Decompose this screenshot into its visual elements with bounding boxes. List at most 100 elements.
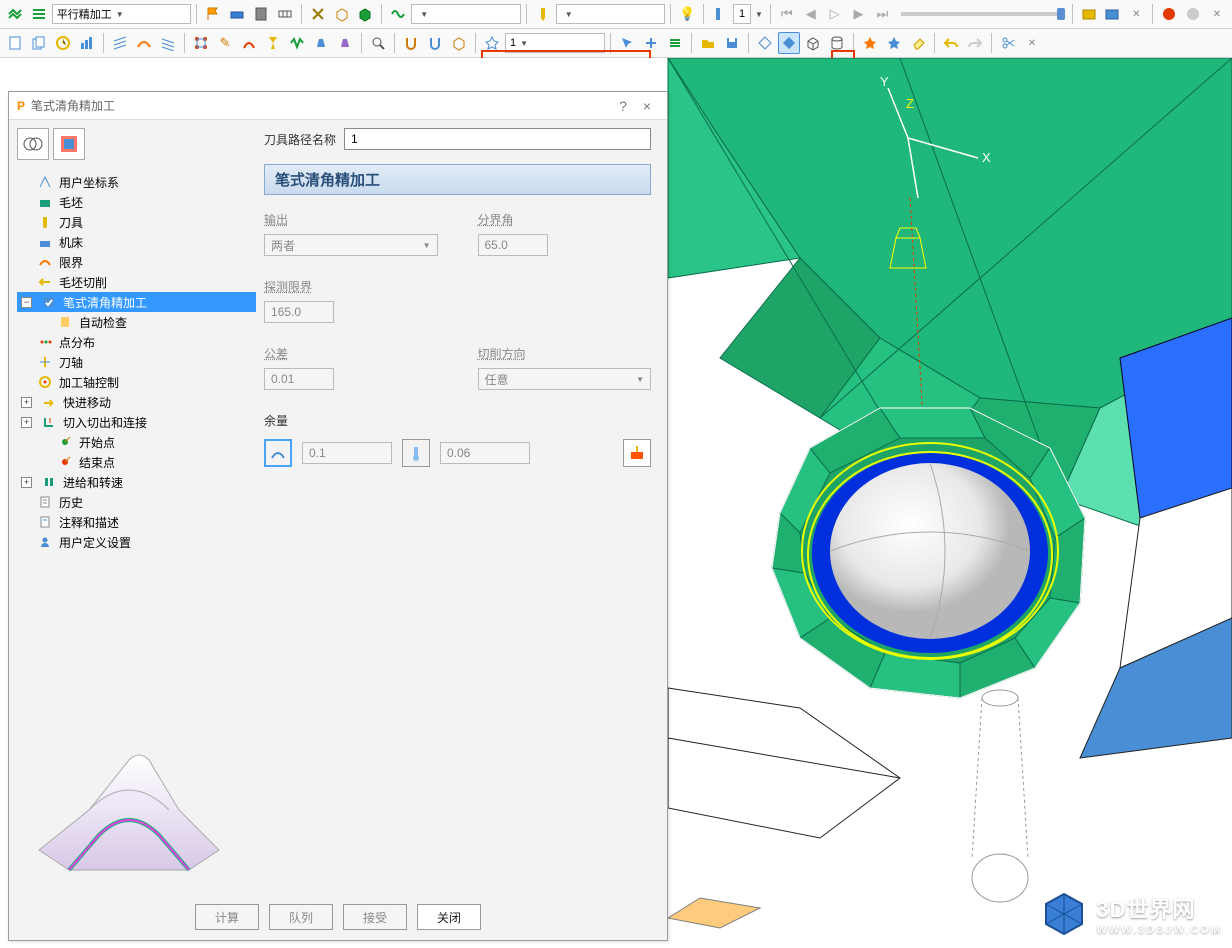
cutdir-select[interactable]: 任意▼ xyxy=(478,368,652,390)
strategy-dropdown[interactable]: 平行精加工▼ xyxy=(52,4,191,24)
strategy-icon[interactable] xyxy=(4,3,26,25)
close-x-icon[interactable]: ✕ xyxy=(1125,3,1147,25)
detect-input[interactable]: 165.0 xyxy=(264,301,334,323)
allow-mode-radial[interactable] xyxy=(264,439,292,467)
tree-stockcut[interactable]: 毛坯切削 xyxy=(17,272,256,292)
diamond-icon[interactable] xyxy=(754,32,776,54)
tol-input[interactable]: 0.01 xyxy=(264,368,334,390)
box-icon[interactable] xyxy=(331,3,353,25)
box2-icon[interactable] xyxy=(355,3,377,25)
calc-button[interactable]: 计算 xyxy=(195,904,259,930)
hatch2-icon[interactable] xyxy=(157,32,179,54)
play-icon[interactable]: ▷ xyxy=(824,3,846,25)
tree-ucs[interactable]: 用户坐标系 xyxy=(17,172,256,192)
accept-button[interactable]: 接受 xyxy=(343,904,407,930)
path-green-icon[interactable] xyxy=(387,3,409,25)
diamond-active-icon[interactable] xyxy=(778,32,800,54)
counter-icon[interactable] xyxy=(709,3,731,25)
calc-icon[interactable] xyxy=(250,3,272,25)
node-icon[interactable] xyxy=(190,32,212,54)
tree-leads[interactable]: +切入切出和连接 xyxy=(17,412,256,432)
trap-blue-icon[interactable] xyxy=(310,32,332,54)
tree-tool[interactable]: 刀具 xyxy=(17,212,256,232)
tools-icon[interactable] xyxy=(307,3,329,25)
expand-icon2[interactable]: + xyxy=(21,397,32,408)
undo-icon[interactable] xyxy=(940,32,962,54)
dialog-titlebar[interactable]: P 笔式清角精加工 ? × xyxy=(9,92,667,120)
preview-mode-1[interactable] xyxy=(17,128,49,160)
close-button[interactable]: × xyxy=(635,98,659,114)
tool2-icon[interactable] xyxy=(262,32,284,54)
trap-purple-icon[interactable] xyxy=(334,32,356,54)
scissors-icon[interactable] xyxy=(997,32,1019,54)
tree-stock[interactable]: 毛坯 xyxy=(17,192,256,212)
tree-pencil-finishing[interactable]: −笔式清角精加工 xyxy=(17,292,256,312)
flag-icon[interactable] xyxy=(202,3,224,25)
edit1-icon[interactable]: ✎ xyxy=(214,32,236,54)
dd3[interactable]: ▼ xyxy=(556,4,666,24)
close-x2-icon[interactable]: ✕ xyxy=(1206,3,1228,25)
doc-icon[interactable] xyxy=(4,32,26,54)
tree-pointdist[interactable]: 点分布 xyxy=(17,332,256,352)
win2-icon[interactable] xyxy=(1101,3,1123,25)
tree-autocheck[interactable]: 自动检查 xyxy=(17,312,256,332)
thickness-button[interactable] xyxy=(623,439,651,467)
prev-icon[interactable]: ◀ xyxy=(800,3,822,25)
tree-notes[interactable]: 注释和描述 xyxy=(17,512,256,532)
tool-gold-icon[interactable] xyxy=(532,3,554,25)
zoom-icon[interactable] xyxy=(367,32,389,54)
hatch1-icon[interactable] xyxy=(109,32,131,54)
angle-input[interactable]: 65.0 xyxy=(478,234,548,256)
tree-machine[interactable]: 机床 xyxy=(17,232,256,252)
expand-icon3[interactable]: + xyxy=(21,417,32,428)
output-select[interactable]: 两者▼ xyxy=(264,234,438,256)
measure-icon[interactable] xyxy=(226,3,248,25)
boundary-dropdown[interactable]: 1▼ xyxy=(505,33,605,53)
cylinder-icon[interactable] xyxy=(826,32,848,54)
box3-icon[interactable] xyxy=(448,32,470,54)
tree-toolaxis[interactable]: 刀轴 xyxy=(17,352,256,372)
list-icon[interactable] xyxy=(28,3,50,25)
preview-mode-2[interactable] xyxy=(53,128,85,160)
sphere-icon[interactable] xyxy=(1182,3,1204,25)
stats-icon[interactable] xyxy=(76,32,98,54)
redo-icon[interactable] xyxy=(964,32,986,54)
tree-usersettings[interactable]: 用户定义设置 xyxy=(17,532,256,552)
tree-boundary[interactable]: 限界 xyxy=(17,252,256,272)
star-blue-icon[interactable] xyxy=(481,32,503,54)
close-btn[interactable]: 关闭 xyxy=(417,904,481,930)
name-input[interactable] xyxy=(344,128,651,150)
play-slider[interactable] xyxy=(901,12,1060,16)
cursor-blue-icon[interactable] xyxy=(616,32,638,54)
help-button[interactable]: ? xyxy=(611,98,635,114)
lines-icon[interactable] xyxy=(664,32,686,54)
u-shape-icon[interactable] xyxy=(400,32,422,54)
copy-icon[interactable] xyxy=(28,32,50,54)
queue-button[interactable]: 队列 xyxy=(269,904,333,930)
u-shape2-icon[interactable] xyxy=(424,32,446,54)
zigzag-icon[interactable] xyxy=(286,32,308,54)
expand-icon[interactable]: − xyxy=(21,297,32,308)
clock-icon[interactable] xyxy=(52,32,74,54)
close-x3-icon[interactable]: ✕ xyxy=(1021,32,1043,54)
record-icon[interactable] xyxy=(1158,3,1180,25)
tree-end[interactable]: 结束点 xyxy=(17,452,256,472)
tree-feedrate[interactable]: +进给和转速 xyxy=(17,472,256,492)
star-orange-icon[interactable] xyxy=(859,32,881,54)
plus-icon[interactable] xyxy=(640,32,662,54)
first-icon[interactable]: ⏮ xyxy=(776,3,798,25)
dd2[interactable]: ▼ xyxy=(411,4,521,24)
folder-icon[interactable] xyxy=(697,32,719,54)
expand-icon4[interactable]: + xyxy=(21,477,32,488)
win1-icon[interactable] xyxy=(1078,3,1100,25)
curve-orange-icon[interactable] xyxy=(133,32,155,54)
allow-mode-axial[interactable] xyxy=(402,439,430,467)
draw-icon[interactable] xyxy=(238,32,260,54)
tree-start[interactable]: 开始点 xyxy=(17,432,256,452)
grid-icon[interactable] xyxy=(274,3,296,25)
erase-icon[interactable] xyxy=(907,32,929,54)
star-blue2-icon[interactable] xyxy=(883,32,905,54)
allow-radial-input[interactable] xyxy=(302,442,392,464)
last-icon[interactable]: ⏭ xyxy=(871,3,893,25)
counter[interactable]: 1 xyxy=(733,4,751,24)
